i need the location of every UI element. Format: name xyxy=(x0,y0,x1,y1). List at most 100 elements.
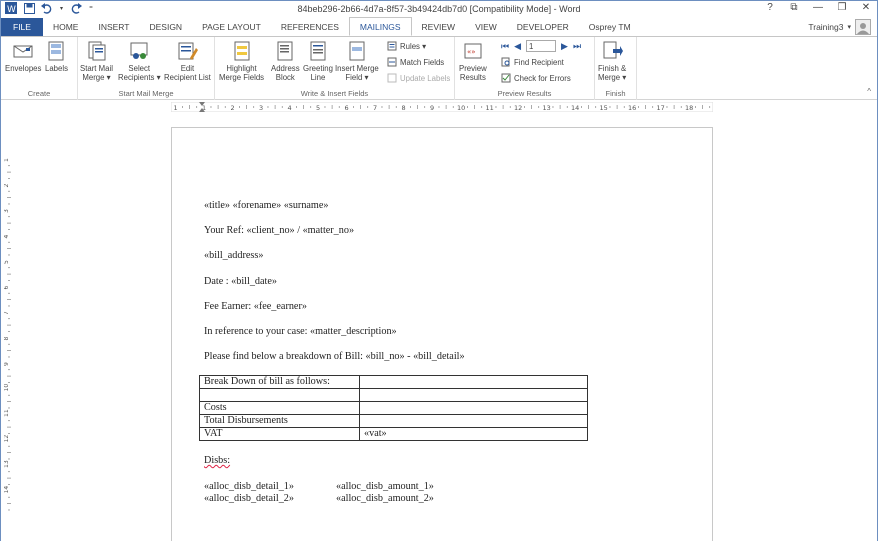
table-cell[interactable]: Break Down of bill as follows: xyxy=(199,375,360,389)
edit-recipient-list-button[interactable]: Edit Recipient List xyxy=(164,40,211,82)
table-cell[interactable]: VAT xyxy=(199,427,360,441)
avatar[interactable] xyxy=(855,19,871,35)
update-labels-icon xyxy=(387,73,397,83)
update-labels-button[interactable]: Update Labels xyxy=(387,73,450,83)
tab-design[interactable]: DESIGN xyxy=(139,18,192,36)
tab-developer[interactable]: DEVELOPER xyxy=(507,18,579,36)
ruler-tick xyxy=(495,106,497,108)
title-bar: W ▾ = 84beb296-2b66-4d7a-8f57-3b49424db7… xyxy=(1,1,877,18)
table-cell[interactable] xyxy=(199,388,360,402)
table-cell[interactable] xyxy=(359,388,588,402)
address-line: «bill_address» xyxy=(204,250,264,261)
tab-insert[interactable]: INSERT xyxy=(88,18,139,36)
ruler-tick xyxy=(338,106,340,108)
ruler-tick xyxy=(274,105,276,109)
ruler-tick xyxy=(8,382,10,383)
record-number-input[interactable]: 1 xyxy=(526,40,557,52)
match-fields-button[interactable]: Match Fields xyxy=(387,57,444,67)
ruler-tick xyxy=(182,106,183,108)
ruler-tick xyxy=(8,394,10,396)
ruler-tick xyxy=(395,106,397,108)
ruler-tick xyxy=(7,477,11,479)
tab-home[interactable]: HOME xyxy=(43,18,89,36)
ruler-tick xyxy=(8,203,10,205)
finish-merge-button[interactable]: Finish & Merge ▾ xyxy=(598,40,626,82)
ruler-number: 17 xyxy=(657,104,665,112)
ruler-number: 10 xyxy=(4,384,10,392)
tab-page-layout[interactable]: PAGE LAYOUT xyxy=(192,18,271,36)
last-record-icon[interactable]: ⏭ xyxy=(573,41,581,52)
tab-file[interactable]: FILE xyxy=(1,18,43,36)
rules-button[interactable]: Rules ▾ xyxy=(387,41,426,51)
next-record-icon[interactable]: ▶ xyxy=(561,41,568,52)
check-for-errors-button[interactable]: Check for Errors xyxy=(501,73,571,83)
ruler-tick xyxy=(566,106,568,108)
table-cell[interactable] xyxy=(359,375,588,389)
table-cell[interactable] xyxy=(359,414,588,428)
restore-icon[interactable]: ❐ xyxy=(835,2,849,13)
first-record-icon[interactable]: ⏮ xyxy=(501,41,509,52)
document-page[interactable]: «title» «forename» «surname» Your Ref: «… xyxy=(171,127,713,541)
table-row: VAT «vat» xyxy=(199,427,588,441)
ruler-tick xyxy=(702,105,703,109)
ruler-tick xyxy=(367,106,369,108)
tab-view[interactable]: VIEW xyxy=(465,18,507,36)
help-icon[interactable]: ? xyxy=(763,2,777,13)
ruler-number: 5 xyxy=(316,104,320,112)
ruler-tick xyxy=(8,471,10,473)
tab-references[interactable]: REFERENCES xyxy=(271,18,349,36)
ruler-number: 4 xyxy=(4,235,10,239)
select-recipients-icon xyxy=(130,42,148,59)
previous-record-icon[interactable]: ◀ xyxy=(514,41,521,52)
vertical-ruler[interactable]: 1234567891011121314 xyxy=(4,129,14,539)
preview-results-button[interactable]: «» Preview Results xyxy=(459,40,487,82)
ruler-tick xyxy=(438,106,440,108)
ruler-tick xyxy=(239,106,240,108)
minimize-icon[interactable]: — xyxy=(811,2,825,13)
insert-merge-field-icon xyxy=(349,41,365,61)
ruler-tick xyxy=(8,241,10,243)
account-name[interactable]: Training3 xyxy=(808,22,843,32)
start-mail-merge-button[interactable]: Start Mail Merge ▾ xyxy=(80,40,113,82)
table-cell[interactable]: «vat» xyxy=(359,427,588,441)
ruler-tick xyxy=(695,106,696,108)
ruler-number: 13 xyxy=(4,460,10,468)
ruler-tick xyxy=(267,106,269,108)
find-recipient-icon xyxy=(501,57,510,67)
ruler-number: 7 xyxy=(4,311,10,315)
tab-osprey-tm[interactable]: Osprey TM xyxy=(579,18,641,36)
record-navigator: ⏮ ◀ 1 ▶ ⏭ xyxy=(501,40,581,52)
horizontal-ruler[interactable]: 112345678910111213141516171819 xyxy=(171,102,713,112)
ruler-tick xyxy=(324,106,326,108)
close-icon[interactable]: ✕ xyxy=(859,2,873,13)
find-recipient-button[interactable]: Find Recipient xyxy=(501,57,564,67)
ribbon-display-icon[interactable]: ⧉ xyxy=(787,2,801,13)
ruler-tick xyxy=(253,106,255,108)
table-cell[interactable] xyxy=(359,401,588,415)
highlight-merge-fields-button[interactable]: Highlight Merge Fields xyxy=(219,40,264,82)
greeting-line-button[interactable]: Greeting Line xyxy=(303,40,333,82)
table-cell[interactable]: Costs xyxy=(199,401,360,415)
ruler-tick xyxy=(7,401,11,402)
labels-button[interactable]: Labels xyxy=(45,40,68,73)
ruler-tick xyxy=(217,105,219,109)
account-area[interactable]: Training3 ▾ xyxy=(808,18,871,36)
insert-merge-field-button[interactable]: Insert Merge Field ▾ xyxy=(335,40,379,82)
table-cell[interactable]: Total Disbursements xyxy=(199,414,360,428)
ruler-tick xyxy=(8,509,10,511)
address-block-button[interactable]: Address Block xyxy=(271,40,300,82)
match-fields-icon xyxy=(387,57,397,67)
account-dropdown-icon[interactable]: ▾ xyxy=(847,23,851,31)
table-row: Costs xyxy=(199,401,588,415)
envelopes-button[interactable]: Envelopes xyxy=(5,40,41,73)
disbs-heading: Disbs: xyxy=(204,455,231,466)
ruler-tick xyxy=(8,445,10,447)
ruler-tick xyxy=(8,496,10,498)
ruler-number: 9 xyxy=(4,362,10,366)
fee-earner-line: Fee Earner: «fee_earner» xyxy=(204,301,307,312)
tab-mailings[interactable]: MAILINGS xyxy=(348,17,412,36)
collapse-ribbon-icon[interactable]: ^ xyxy=(867,87,871,96)
select-recipients-button[interactable]: Select Recipients ▾ xyxy=(118,40,160,82)
ruler-number: 2 xyxy=(4,184,10,188)
tab-review[interactable]: REVIEW xyxy=(412,18,466,36)
